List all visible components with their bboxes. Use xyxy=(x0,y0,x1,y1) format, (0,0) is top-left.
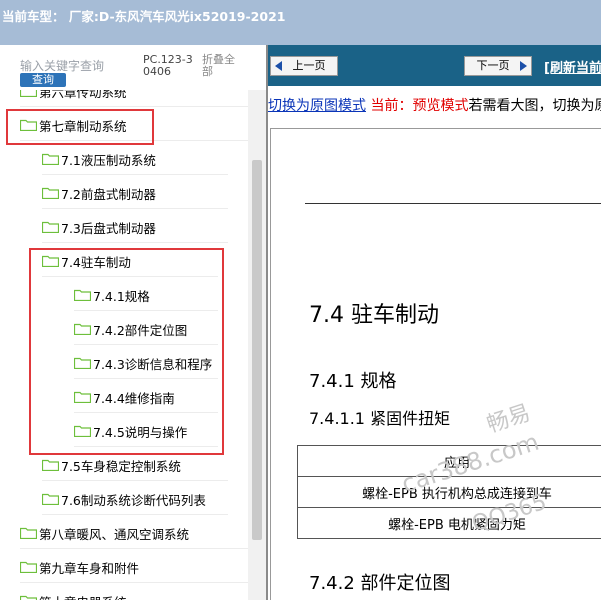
tree-item-chapter-9[interactable]: 第九章车身和附件 xyxy=(20,552,248,583)
folder-icon xyxy=(20,90,37,97)
mode-hint: 若需看大图，切换为原图模式 xyxy=(468,98,601,114)
window-title: 当前车型： 厂家:D-东风汽车风光ix52019-2021 xyxy=(2,9,286,24)
tree-item-label: 第六章传动系统 xyxy=(39,90,127,100)
sidebar-toolbar: 输入关键字查询 查询 PC.123-30406 折叠全部 xyxy=(0,45,266,90)
refresh-page-link[interactable]: [刷新当前页] xyxy=(544,57,601,76)
section-title: 7.4 驻车制动 xyxy=(309,303,439,328)
tree-item-label: 7.2前盘式制动器 xyxy=(61,186,156,202)
collapse-all-button[interactable]: 折叠全部 xyxy=(202,54,242,78)
tree-item-label: 7.6制动系统诊断代码列表 xyxy=(61,492,206,508)
tree-item-label: 第十章电器系统 xyxy=(39,592,127,600)
current-mode: 预览模式 xyxy=(412,98,469,114)
tree-item-label: 7.1液压制动系统 xyxy=(61,152,156,168)
table-cell: 螺栓-EPB 电机紧固力矩 xyxy=(297,507,601,539)
arrow-left-icon xyxy=(275,61,282,71)
highlight-box-7-4 xyxy=(29,248,224,455)
document-page: 7.4 驻车制动 7.4.1 规格 7.4.1.1 紧固件扭矩 应用 螺栓-EP… xyxy=(270,128,601,600)
watermark-text: 畅易 xyxy=(483,400,534,439)
prev-page-button[interactable]: 上一页 xyxy=(270,56,338,76)
tree-item-7-2[interactable]: 7.2前盘式制动器 xyxy=(42,178,228,209)
tree-item-label: 7.5车身稳定控制系统 xyxy=(61,458,181,474)
next-section-title: 7.4.2 部件定位图 xyxy=(309,573,451,594)
window-titlebar: 当前车型： 厂家:D-东风汽车风光ix52019-2021 xyxy=(0,0,601,45)
tree-item-7-3[interactable]: 7.3后盘式制动器 xyxy=(42,212,228,243)
tree-item-7-6[interactable]: 7.6制动系统诊断代码列表 xyxy=(42,484,228,515)
scrollbar-thumb[interactable] xyxy=(252,160,262,540)
tree-item-chapter-6[interactable]: 第六章传动系统 xyxy=(20,90,248,107)
search-button[interactable]: 查询 xyxy=(20,73,66,87)
view-mode-bar: 切换为原图模式 当前：预览模式若需看大图，切换为原图模式 xyxy=(268,86,601,126)
tree-item-label: 第八章暖风、通风空调系统 xyxy=(39,526,190,542)
folder-icon xyxy=(20,561,37,573)
folder-icon xyxy=(42,221,59,233)
tree-item-chapter-10[interactable]: 第十章电器系统 xyxy=(20,586,248,600)
sidebar-scrollbar[interactable] xyxy=(248,90,266,600)
sidebar: 输入关键字查询 查询 PC.123-30406 折叠全部 第六章传动系统 第七章… xyxy=(0,45,266,600)
page-navbar: 上一页 下一页 [刷新当前页] xyxy=(268,45,601,86)
current-label: 当前： xyxy=(370,98,413,114)
model-code: PC.123-30406 xyxy=(143,53,193,78)
folder-icon xyxy=(20,595,37,600)
search-input[interactable]: 输入关键字查询 xyxy=(20,57,112,74)
arrow-right-icon xyxy=(520,61,527,71)
table-header-cell: 应用 xyxy=(297,445,601,477)
chapter-tree: 第六章传动系统 第七章制动系统 7.1液压制动系统 7.2前盘式制动器 7.3后… xyxy=(0,90,248,600)
folder-icon xyxy=(42,153,59,165)
folder-icon xyxy=(20,527,37,539)
tree-item-7-1[interactable]: 7.1液压制动系统 xyxy=(42,144,228,175)
subsection-title: 7.4.1 规格 xyxy=(309,371,397,392)
content-pane: 上一页 下一页 [刷新当前页] 切换为原图模式 当前：预览模式若需看大图，切换为… xyxy=(268,45,601,600)
table-cell: 螺栓-EPB 执行机构总成连接到车 xyxy=(297,476,601,508)
tree-item-label: 第九章车身和附件 xyxy=(39,560,140,576)
page-rule xyxy=(305,203,601,204)
tree-item-label: 7.3后盘式制动器 xyxy=(61,220,156,236)
folder-icon xyxy=(42,459,59,471)
folder-icon xyxy=(42,187,59,199)
torque-table: 应用 螺栓-EPB 执行机构总成连接到车 螺栓-EPB 电机紧固力矩 xyxy=(297,445,601,539)
subsubsection-title: 7.4.1.1 紧固件扭矩 xyxy=(309,409,451,428)
folder-icon xyxy=(42,493,59,505)
tree-item-chapter-8[interactable]: 第八章暖风、通风空调系统 xyxy=(20,518,248,549)
highlight-box-chapter-7 xyxy=(6,109,154,145)
next-page-button[interactable]: 下一页 xyxy=(464,56,532,76)
switch-original-mode-link[interactable]: 切换为原图模式 xyxy=(268,98,366,114)
